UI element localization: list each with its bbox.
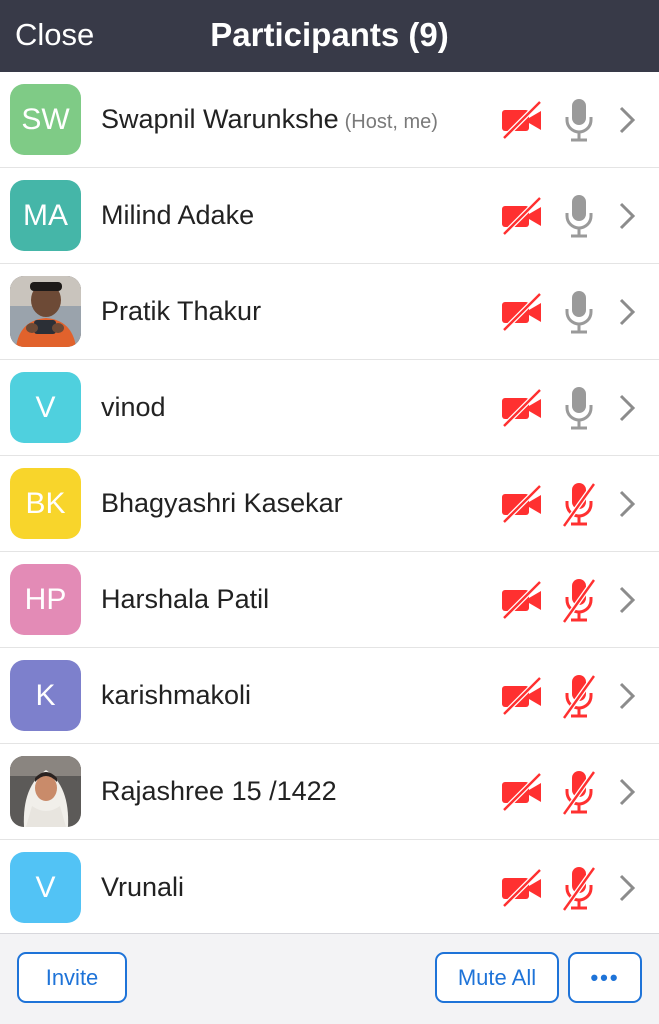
chevron-right-icon <box>616 584 638 616</box>
participant-name: Swapnil Warunkshe (Host, me) <box>101 72 438 168</box>
participant-name-text: Rajashree 15 /1422 <box>101 776 337 806</box>
video-off-icon[interactable] <box>500 676 544 716</box>
chevron-right-icon <box>616 680 638 712</box>
video-off-icon[interactable] <box>500 388 544 428</box>
video-off-icon[interactable] <box>500 868 544 908</box>
participant-name: Pratik Thakur <box>101 264 261 360</box>
video-off-icon[interactable] <box>500 772 544 812</box>
participant-name: Rajashree 15 /1422 <box>101 744 337 840</box>
microphone-muted-icon[interactable] <box>561 864 597 912</box>
chevron-right-icon <box>616 104 638 136</box>
participant-name-text: Harshala Patil <box>101 584 270 614</box>
microphone-icon[interactable] <box>562 96 596 144</box>
participant-row[interactable]: MA Milind Adake <box>0 168 659 264</box>
chevron-right-icon <box>616 872 638 904</box>
microphone-icon[interactable] <box>562 192 596 240</box>
video-off-icon[interactable] <box>500 292 544 332</box>
participant-name: Vrunali <box>101 840 184 936</box>
participant-row[interactable]: V Vrunali <box>0 840 659 936</box>
avatar: SW <box>10 84 81 155</box>
avatar: V <box>10 372 81 443</box>
avatar: HP <box>10 564 81 635</box>
microphone-muted-icon[interactable] <box>561 480 597 528</box>
participant-row[interactable]: HP Harshala Patil <box>0 552 659 648</box>
participant-name: Harshala Patil <box>101 552 269 648</box>
avatar: MA <box>10 180 81 251</box>
chevron-right-icon <box>616 488 638 520</box>
avatar <box>10 276 81 347</box>
microphone-muted-icon[interactable] <box>561 672 597 720</box>
participant-row[interactable]: Kkarishmakoli <box>0 648 659 744</box>
participant-name-text: Swapnil Warunkshe <box>101 104 339 134</box>
microphone-muted-icon[interactable] <box>561 768 597 816</box>
participant-role: (Host, me) <box>344 111 438 133</box>
microphone-muted-icon[interactable] <box>561 576 597 624</box>
participant-row[interactable]: Rajashree 15 /1422 <box>0 744 659 840</box>
video-off-icon[interactable] <box>500 580 544 620</box>
avatar: V <box>10 852 81 923</box>
video-off-icon[interactable] <box>500 484 544 524</box>
video-off-icon[interactable] <box>500 196 544 236</box>
avatar <box>10 756 81 827</box>
microphone-icon[interactable] <box>562 288 596 336</box>
chevron-right-icon <box>616 392 638 424</box>
participant-name: vinod <box>101 360 166 456</box>
participant-name: Milind Adake <box>101 168 254 264</box>
participant-name-text: Vrunali <box>101 872 185 902</box>
chevron-right-icon <box>616 296 638 328</box>
avatar: K <box>10 660 81 731</box>
participant-row[interactable]: BK Bhagyashri Kasekar <box>0 456 659 552</box>
bottom-toolbar: Invite Mute All ••• <box>0 933 659 1024</box>
participant-row[interactable]: Pratik Thakur <box>0 264 659 360</box>
chevron-right-icon <box>616 200 638 232</box>
participant-name: karishmakoli <box>101 648 251 744</box>
invite-button[interactable]: Invite <box>17 952 127 1003</box>
participant-name-text: Milind Adake <box>101 200 255 230</box>
participant-name-text: karishmakoli <box>101 680 252 710</box>
page-title: Participants (9) <box>210 16 449 53</box>
participant-name-text: Pratik Thakur <box>101 296 262 326</box>
participant-name-text: vinod <box>101 392 166 422</box>
video-off-icon[interactable] <box>500 100 544 140</box>
participant-row[interactable]: SW Swapnil Warunkshe (Host, me) <box>0 72 659 168</box>
top-bar: Close Participants (9) <box>0 0 659 72</box>
avatar: BK <box>10 468 81 539</box>
mute-all-button[interactable]: Mute All <box>435 952 559 1003</box>
chevron-right-icon <box>616 776 638 808</box>
microphone-icon[interactable] <box>562 384 596 432</box>
more-options-button[interactable]: ••• <box>568 952 642 1003</box>
participant-name-text: Bhagyashri Kasekar <box>101 488 343 518</box>
participant-name: Bhagyashri Kasekar <box>101 456 343 552</box>
participant-row[interactable]: Vvinod <box>0 360 659 456</box>
participant-list: SW Swapnil Warunkshe (Host, me) MA Milind Ad… <box>0 72 659 936</box>
